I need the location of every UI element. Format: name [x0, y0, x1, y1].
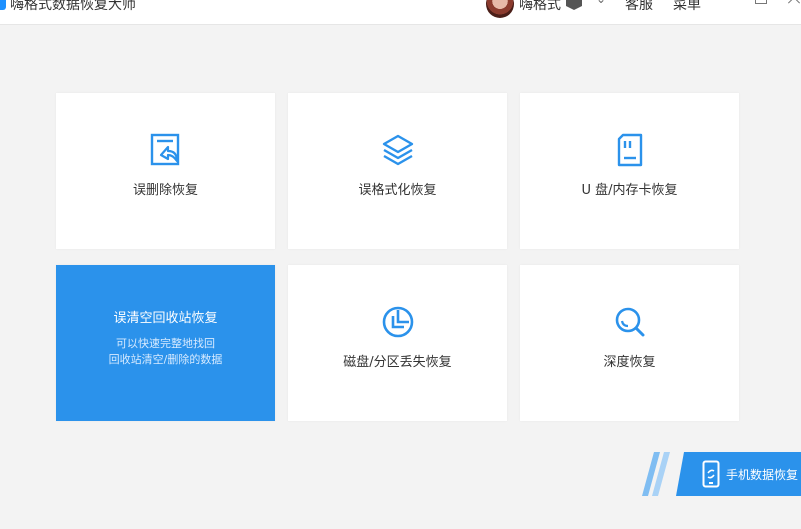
card-label: 深度恢复	[603, 355, 656, 370]
maximize-icon[interactable]	[755, 0, 767, 4]
user-name[interactable]: 嗨格式	[519, 0, 561, 14]
minimize-icon[interactable]	[720, 0, 736, 4]
sd-card-icon	[617, 133, 642, 167]
chevron-down-icon[interactable]: ⌄	[596, 0, 606, 6]
card-deep-recovery[interactable]: 深度恢复	[520, 265, 739, 421]
menu-button[interactable]: 菜单	[673, 0, 701, 14]
phone-icon	[702, 460, 720, 488]
app-title: 嗨格式数据恢复大师	[10, 0, 136, 13]
card-usb-card-recovery[interactable]: U 盘/内存卡恢复	[520, 93, 739, 249]
customer-service-button[interactable]: 客服	[625, 0, 653, 14]
title-bar: 嗨格式数据恢复大师 嗨格式 ⌄ 客服 菜单	[0, 0, 801, 25]
card-desc-line2: 回收站清空/删除的数据	[108, 353, 223, 366]
phone-recovery-button[interactable]: 手机数据恢复	[642, 452, 801, 496]
card-format-recovery[interactable]: 误格式化恢复	[288, 93, 507, 249]
close-icon[interactable]	[786, 0, 801, 6]
app-logo-icon	[0, 0, 6, 10]
layers-icon	[382, 134, 413, 166]
card-label: 磁盘/分区丢失恢复	[343, 355, 452, 370]
card-desc-line1: 可以快速完整地找回	[116, 337, 215, 350]
card-partition-recovery[interactable]: 磁盘/分区丢失恢复	[288, 265, 507, 421]
card-recycle-bin-recovery[interactable]: 误清空回收站恢复 可以快速完整地找回 回收站清空/删除的数据	[56, 265, 275, 421]
card-label: 误格式化恢复	[358, 183, 437, 198]
file-undo-icon	[150, 133, 179, 166]
vip-badge-icon	[566, 0, 582, 10]
magnifier-icon	[615, 307, 644, 337]
card-label: U 盘/内存卡恢复	[581, 183, 678, 198]
pie-chart-icon	[382, 306, 413, 338]
avatar[interactable]	[486, 0, 514, 18]
card-deleted-recovery[interactable]: 误删除恢复	[56, 93, 275, 249]
card-label: 误清空回收站恢复	[113, 311, 218, 326]
card-label: 误删除恢复	[132, 183, 198, 198]
decorative-stripes	[642, 452, 670, 496]
phone-recovery-label: 手机数据恢复	[726, 468, 799, 482]
